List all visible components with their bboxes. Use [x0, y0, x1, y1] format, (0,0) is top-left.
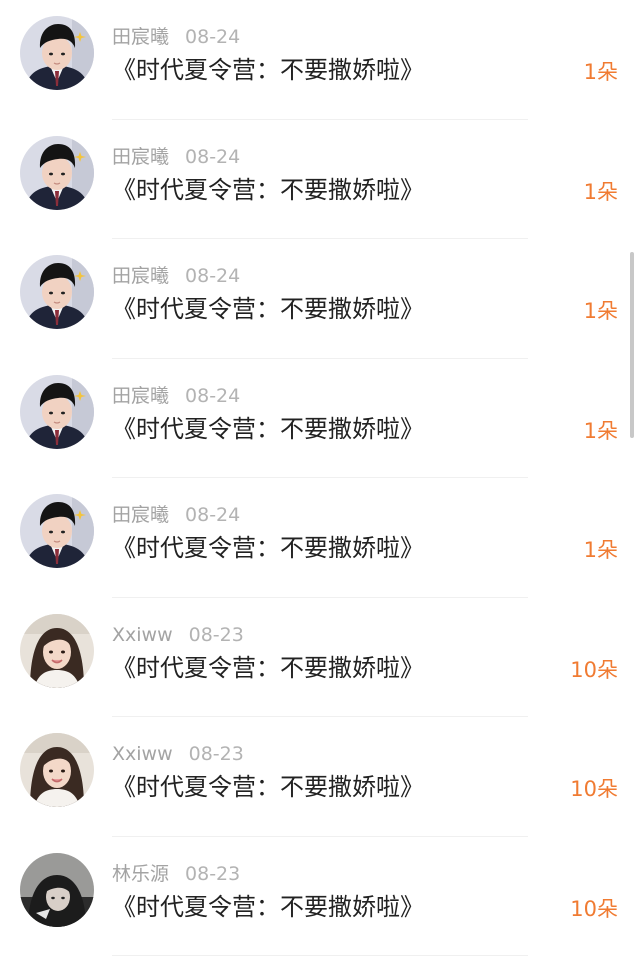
sender-meta: 田宸曦 08-24 — [112, 263, 240, 289]
gift-date: 08-24 — [185, 26, 241, 48]
list-item[interactable]: 田宸曦 08-24 《时代夏令营：不要撒娇啦》 1朵 — [0, 239, 640, 359]
list-item[interactable]: Xxiww 08-23 《时代夏令营：不要撒娇啦》 10朵 — [0, 717, 640, 837]
gift-date: 08-24 — [185, 145, 241, 168]
program-title: 《时代夏令营：不要撒娇啦》 — [112, 653, 424, 682]
flower-count: 10朵 — [570, 896, 618, 921]
flower-count: 1朵 — [583, 179, 618, 204]
list-item[interactable]: 田宸曦 08-24 《时代夏令营：不要撒娇啦》 1朵 — [0, 120, 640, 239]
list-item[interactable]: 林乐源 08-23 《时代夏令营：不要撒娇啦》 10朵 — [0, 837, 640, 956]
sender-meta: 田宸曦 08-24 — [112, 383, 240, 409]
sender-name[interactable]: Xxiww — [112, 624, 173, 646]
program-title: 《时代夏令营：不要撒娇啦》 — [112, 175, 424, 204]
flower-count: 10朵 — [570, 657, 618, 682]
flower-count: 1朵 — [583, 418, 618, 443]
sender-name[interactable]: Xxiww — [112, 743, 173, 765]
sender-meta: 田宸曦 08-24 — [112, 24, 240, 50]
gift-date: 08-23 — [188, 623, 244, 646]
sender-name[interactable]: 田宸曦 — [112, 26, 169, 48]
sender-meta: 林乐源 08-23 — [112, 861, 240, 887]
scrollbar[interactable] — [630, 252, 634, 438]
sender-meta: Xxiww 08-23 — [112, 741, 244, 767]
program-title: 《时代夏令营：不要撒娇啦》 — [112, 773, 424, 801]
flower-count: 1朵 — [583, 538, 618, 562]
avatar[interactable] — [20, 613, 94, 688]
program-title: 《时代夏令营：不要撒娇啦》 — [112, 892, 424, 921]
sender-name[interactable]: 田宸曦 — [112, 385, 169, 407]
gift-date: 08-24 — [185, 504, 241, 526]
flower-count: 1朵 — [583, 299, 618, 323]
list-item[interactable]: Xxiww 08-23 《时代夏令营：不要撒娇啦》 10朵 — [0, 598, 640, 717]
program-title: 《时代夏令营：不要撒娇啦》 — [112, 534, 424, 562]
program-title: 《时代夏令营：不要撒娇啦》 — [112, 414, 424, 443]
gift-record-list: 田宸曦 08-24 《时代夏令营：不要撒娇啦》 1朵 田宸曦 08-24 《时代夏令营：不要… — [0, 0, 640, 956]
list-item[interactable]: 田宸曦 08-24 《时代夏令营：不要撒娇啦》 1朵 — [0, 359, 640, 478]
avatar[interactable] — [20, 135, 94, 210]
sender-name[interactable]: 田宸曦 — [112, 504, 169, 526]
gift-date: 08-23 — [185, 862, 241, 885]
flower-count: 1朵 — [583, 60, 618, 84]
gift-date: 08-23 — [188, 743, 244, 765]
sender-meta: Xxiww 08-23 — [112, 622, 244, 648]
avatar[interactable] — [20, 374, 94, 449]
avatar[interactable] — [20, 494, 94, 568]
avatar[interactable] — [20, 255, 94, 329]
sender-name[interactable]: 田宸曦 — [112, 146, 169, 168]
program-title: 《时代夏令营：不要撒娇啦》 — [112, 56, 424, 84]
avatar[interactable] — [20, 16, 94, 90]
list-item[interactable]: 田宸曦 08-24 《时代夏令营：不要撒娇啦》 1朵 — [0, 0, 640, 120]
sender-meta: 田宸曦 08-24 — [112, 502, 240, 528]
sender-meta: 田宸曦 08-24 — [112, 144, 240, 170]
avatar[interactable] — [20, 733, 94, 807]
sender-name[interactable]: 田宸曦 — [112, 265, 169, 287]
avatar[interactable] — [20, 852, 94, 927]
flower-count: 10朵 — [570, 777, 618, 801]
list-item[interactable]: 田宸曦 08-24 《时代夏令营：不要撒娇啦》 1朵 — [0, 478, 640, 598]
sender-name[interactable]: 林乐源 — [112, 863, 169, 885]
program-title: 《时代夏令营：不要撒娇啦》 — [112, 295, 424, 323]
gift-date: 08-24 — [185, 384, 241, 407]
gift-date: 08-24 — [185, 265, 241, 287]
